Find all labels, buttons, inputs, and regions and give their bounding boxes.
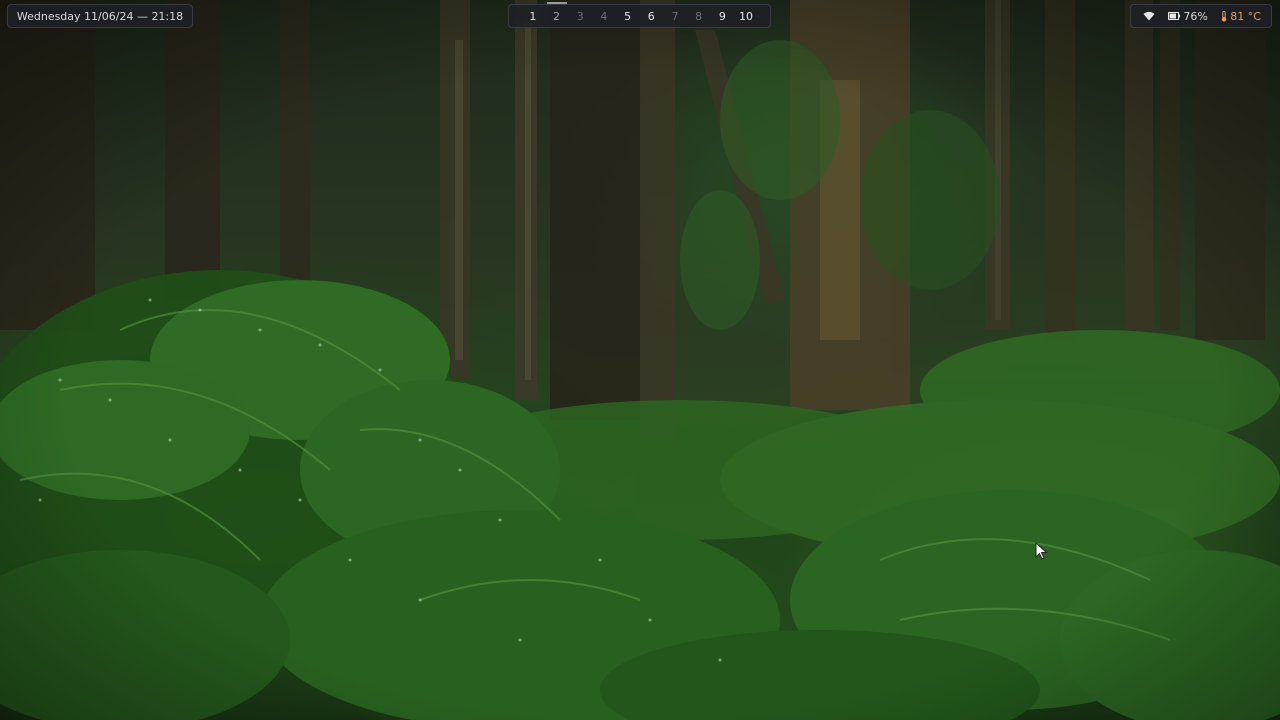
workspace-1[interactable]: 1 [522, 10, 544, 23]
wifi-icon[interactable] [1143, 11, 1155, 21]
desktop: Wednesday 11/06/24 — 21:18 1 2 3 4 5 6 7… [0, 0, 1280, 720]
workspace-10[interactable]: 10 [735, 10, 757, 23]
temperature-status[interactable]: 81 °C [1221, 10, 1261, 23]
battery-status[interactable]: 76% [1168, 9, 1208, 23]
clock-widget[interactable]: Wednesday 11/06/24 — 21:18 [7, 4, 193, 28]
clock-datetime: Wednesday 11/06/24 — 21:18 [16, 9, 184, 23]
workspace-9[interactable]: 9 [711, 10, 733, 23]
mouse-cursor-icon [1035, 541, 1049, 564]
workspace-8[interactable]: 8 [688, 10, 710, 23]
workspace-3[interactable]: 3 [569, 10, 591, 23]
workspace-4[interactable]: 4 [593, 10, 615, 23]
workspace-6[interactable]: 6 [640, 10, 662, 23]
workspace-2[interactable]: 2 [546, 1, 568, 23]
temperature-value: 81 °C [1230, 9, 1261, 23]
workspace-switcher: 1 2 3 4 5 6 7 8 9 10 [508, 1, 771, 28]
thermometer-icon [1221, 10, 1227, 22]
battery-percentage: 76% [1183, 9, 1208, 23]
wallpaper-forest-ferns [0, 0, 1280, 720]
battery-icon [1168, 12, 1181, 20]
status-tray: 76% 81 °C [1130, 4, 1272, 28]
workspace-7[interactable]: 7 [664, 10, 686, 23]
workspace-5[interactable]: 5 [617, 10, 639, 23]
